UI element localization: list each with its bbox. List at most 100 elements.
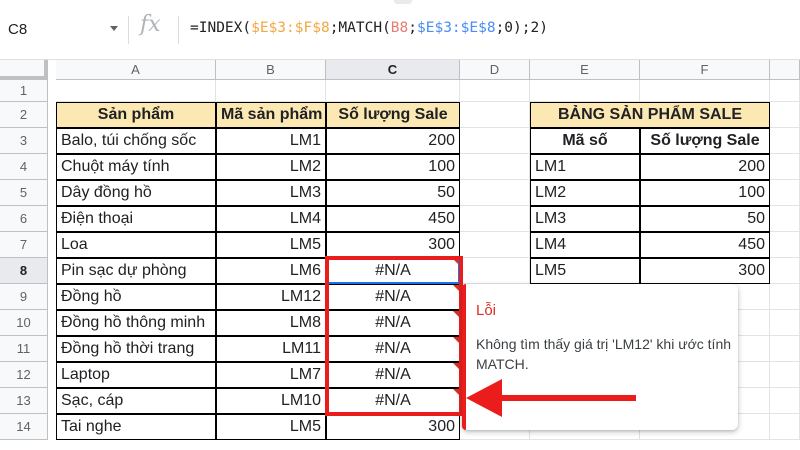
column-header-e[interactable]: E: [530, 60, 640, 80]
grid-cell[interactable]: [770, 414, 800, 440]
grid-cell[interactable]: [770, 258, 800, 284]
grid-cell[interactable]: [640, 80, 770, 102]
product-name-cell[interactable]: Chuột máy tính: [56, 154, 216, 180]
product-code-cell[interactable]: LM10: [216, 388, 326, 414]
product-name-cell[interactable]: Điện thoại: [56, 206, 216, 232]
formula-input[interactable]: =INDEX($E$3:$F$8;MATCH(B8;$E$3:$E$8;0);2…: [190, 20, 548, 36]
grid-cell[interactable]: [770, 362, 800, 388]
sale-quantity-cell[interactable]: 300: [326, 232, 460, 258]
row-header-2[interactable]: 2: [0, 102, 48, 128]
grid-cell[interactable]: [530, 80, 640, 102]
row-header-8[interactable]: 8: [0, 258, 48, 284]
product-code-cell[interactable]: LM7: [216, 362, 326, 388]
product-name-cell[interactable]: Dây đồng hồ: [56, 180, 216, 206]
grid-cell[interactable]: [460, 206, 530, 232]
product-code-cell[interactable]: LM2: [216, 154, 326, 180]
sale-table-header-cell[interactable]: Mã số: [530, 128, 640, 154]
grid-cell[interactable]: [770, 232, 800, 258]
product-code-cell[interactable]: LM4: [216, 206, 326, 232]
grid-cell[interactable]: [460, 258, 530, 284]
grid-cell[interactable]: [56, 80, 216, 102]
product-name-cell[interactable]: Đồng hồ thông minh: [56, 310, 216, 336]
sale-quantity-cell[interactable]: 200: [640, 154, 770, 180]
grid-cell[interactable]: [770, 128, 800, 154]
sale-quantity-cell[interactable]: 50: [326, 180, 460, 206]
product-name-cell[interactable]: Tai nghe: [56, 414, 216, 440]
grid-cell[interactable]: [770, 388, 800, 414]
sale-code-cell[interactable]: LM3: [530, 206, 640, 232]
product-name-cell[interactable]: Laptop: [56, 362, 216, 388]
grid-cell[interactable]: [216, 80, 326, 102]
sale-quantity-cell[interactable]: 200: [326, 128, 460, 154]
product-name-cell[interactable]: Đồng hồ: [56, 284, 216, 310]
grid-cell[interactable]: [770, 180, 800, 206]
product-code-cell[interactable]: LM5: [216, 232, 326, 258]
grid-cell[interactable]: [770, 284, 800, 310]
sale-code-cell[interactable]: LM1: [530, 154, 640, 180]
grid-cell[interactable]: [460, 128, 530, 154]
grid-cell[interactable]: [770, 336, 800, 362]
product-code-cell[interactable]: LM3: [216, 180, 326, 206]
product-name-cell[interactable]: Pin sạc dự phòng: [56, 258, 216, 284]
grid-cell[interactable]: [770, 154, 800, 180]
grid-cell[interactable]: [460, 80, 530, 102]
chevron-down-icon[interactable]: [110, 26, 118, 31]
product-name-cell[interactable]: Sạc, cáp: [56, 388, 216, 414]
row-header-6[interactable]: 6: [0, 206, 48, 232]
grid-cell[interactable]: [770, 80, 800, 102]
row-header-4[interactable]: 4: [0, 154, 48, 180]
row-header-9[interactable]: 9: [0, 284, 48, 310]
select-all-corner[interactable]: [0, 60, 48, 80]
table-header-cell[interactable]: Mã sản phẩm: [216, 102, 326, 128]
grid-cell[interactable]: [770, 206, 800, 232]
grid-cell[interactable]: [326, 80, 460, 102]
sale-quantity-cell[interactable]: 100: [640, 180, 770, 206]
column-header-g[interactable]: [770, 60, 800, 80]
table-header-cell[interactable]: Số lượng Sale: [326, 102, 460, 128]
sale-quantity-cell[interactable]: 300: [326, 414, 460, 440]
grid-cell[interactable]: [460, 102, 530, 128]
sale-quantity-cell[interactable]: 450: [640, 232, 770, 258]
column-header-b[interactable]: B: [216, 60, 326, 80]
column-header-a[interactable]: A: [56, 60, 216, 80]
product-name-cell[interactable]: Đồng hồ thời trang: [56, 336, 216, 362]
product-code-cell[interactable]: LM11: [216, 336, 326, 362]
sale-quantity-cell[interactable]: 300: [640, 258, 770, 284]
column-header-d[interactable]: D: [460, 60, 530, 80]
product-name-cell[interactable]: Balo, túi chống sốc: [56, 128, 216, 154]
sale-code-cell[interactable]: LM2: [530, 180, 640, 206]
sale-quantity-cell[interactable]: 450: [326, 206, 460, 232]
table-header-cell[interactable]: Sản phẩm: [56, 102, 216, 128]
row-header-12[interactable]: 12: [0, 362, 48, 388]
product-code-cell[interactable]: LM1: [216, 128, 326, 154]
grid-cell[interactable]: [460, 232, 530, 258]
column-header-c[interactable]: C: [326, 60, 460, 80]
sale-table-title[interactable]: BẢNG SẢN PHẨM SALE: [530, 102, 770, 128]
row-header-10[interactable]: 10: [0, 310, 48, 336]
row-header-5[interactable]: 5: [0, 180, 48, 206]
row-header-3[interactable]: 3: [0, 128, 48, 154]
product-code-cell[interactable]: LM12: [216, 284, 326, 310]
sale-quantity-cell[interactable]: 50: [640, 206, 770, 232]
sale-table-header-cell[interactable]: Số lượng Sale: [640, 128, 770, 154]
row-header-1[interactable]: 1: [0, 80, 48, 102]
column-header-f[interactable]: F: [640, 60, 770, 80]
row-header-13[interactable]: 13: [0, 388, 48, 414]
row-header-14[interactable]: 14: [0, 414, 48, 440]
product-code-cell[interactable]: LM6: [216, 258, 326, 284]
product-code-cell[interactable]: LM8: [216, 310, 326, 336]
grid-cell[interactable]: [460, 180, 530, 206]
product-name-cell[interactable]: Loa: [56, 232, 216, 258]
row-header-11[interactable]: 11: [0, 336, 48, 362]
grid-cell[interactable]: [770, 102, 800, 128]
grid-cell[interactable]: [460, 154, 530, 180]
grid-cell[interactable]: [770, 310, 800, 336]
sale-quantity-cell[interactable]: 100: [326, 154, 460, 180]
row-header-7[interactable]: 7: [0, 232, 48, 258]
menu-toggle-handle[interactable]: [394, 0, 412, 4]
product-code-cell[interactable]: LM5: [216, 414, 326, 440]
sale-code-cell[interactable]: LM5: [530, 258, 640, 284]
name-box[interactable]: C8: [0, 14, 128, 44]
formula-range-ref: $E$3:$E$8: [417, 20, 496, 36]
sale-code-cell[interactable]: LM4: [530, 232, 640, 258]
